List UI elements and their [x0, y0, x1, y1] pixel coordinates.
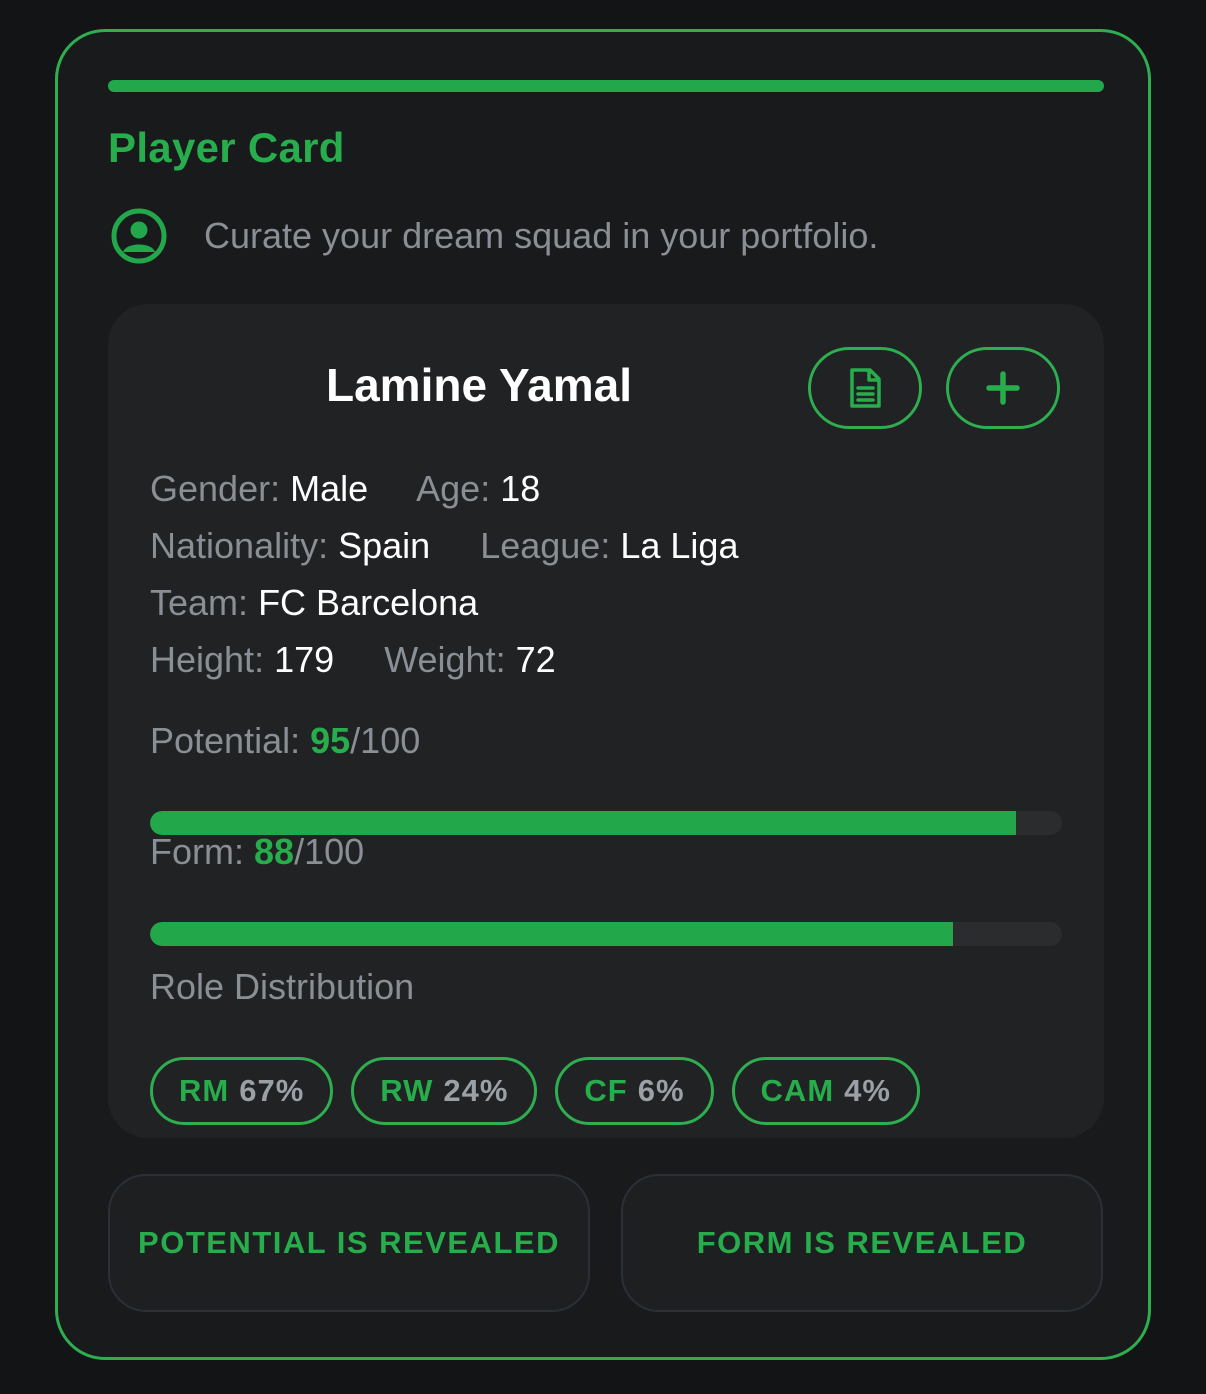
nationality-label: Nationality:	[150, 525, 329, 566]
gender-label: Gender:	[150, 468, 281, 509]
role-chip-cf[interactable]: CF 6%	[555, 1057, 714, 1125]
role-chip-percent: 4%	[844, 1073, 891, 1108]
role-chip-label: RW	[380, 1073, 434, 1108]
user-circle-icon	[111, 208, 167, 264]
form-progress-bar	[150, 922, 1062, 946]
nationality-value: Spain	[338, 525, 431, 566]
team-value: FC Barcelona	[258, 582, 479, 623]
info-row-height-weight: Height: 179 Weight: 72	[150, 639, 556, 681]
player-name: Lamine Yamal	[326, 359, 632, 411]
role-chip-percent: 6%	[637, 1073, 685, 1108]
card-title: Player Card	[108, 124, 345, 171]
team-label: Team:	[150, 582, 249, 623]
potential-label: Potential: 95/100	[150, 720, 420, 762]
height-label: Height:	[150, 639, 265, 680]
accent-bar	[108, 80, 1104, 92]
plus-icon	[986, 371, 1020, 405]
league-label: League:	[480, 525, 611, 566]
subtitle-row: Curate your dream squad in your portfoli…	[110, 207, 878, 265]
role-chips: RM 67% RW 24% CF 6% CAM 4%	[150, 1057, 920, 1125]
player-card: Player Card Curate your dream squad in y…	[55, 29, 1151, 1360]
potential-label-text: Potential:	[150, 720, 301, 761]
role-chip-percent: 24%	[443, 1073, 509, 1108]
player-details-panel: Lamine Yamal Gender: Male Age: 18 Nation…	[108, 304, 1104, 1138]
form-label-text: Form:	[150, 831, 244, 872]
potential-max: /100	[350, 720, 421, 761]
role-distribution-heading: Role Distribution	[150, 966, 415, 1007]
add-to-portfolio-button[interactable]	[946, 347, 1060, 429]
role-chip-label: RM	[179, 1073, 230, 1108]
info-row-team: Team: FC Barcelona	[150, 582, 478, 624]
potential-score: 95	[310, 720, 351, 761]
role-chip-percent: 67%	[239, 1073, 305, 1108]
height-value: 179	[274, 639, 335, 680]
role-chip-rm[interactable]: RM 67%	[150, 1057, 334, 1125]
weight-value: 72	[515, 639, 556, 680]
gender-value: Male	[290, 468, 369, 509]
age-value: 18	[500, 468, 541, 509]
role-chip-cam[interactable]: CAM 4%	[731, 1057, 920, 1125]
form-score: 88	[254, 831, 295, 872]
form-revealed-button[interactable]: FORM IS REVEALED	[621, 1174, 1103, 1312]
age-label: Age:	[416, 468, 491, 509]
form-label: Form: 88/100	[150, 831, 364, 873]
role-chip-label: CAM	[760, 1073, 835, 1108]
document-button[interactable]	[808, 347, 922, 429]
info-row-gender-age: Gender: Male Age: 18	[150, 468, 540, 510]
role-chip-rw[interactable]: RW 24%	[351, 1057, 538, 1125]
role-chip-label: CF	[584, 1073, 628, 1108]
potential-revealed-button[interactable]: POTENTIAL IS REVEALED	[108, 1174, 590, 1312]
form-max: /100	[294, 831, 365, 872]
weight-label: Weight:	[384, 639, 506, 680]
card-subtitle: Curate your dream squad in your portfoli…	[204, 215, 879, 256]
form-progress-fill	[150, 922, 953, 946]
info-row-nationality-league: Nationality: Spain League: La Liga	[150, 525, 738, 567]
document-icon	[850, 368, 881, 408]
league-value: La Liga	[620, 525, 739, 566]
